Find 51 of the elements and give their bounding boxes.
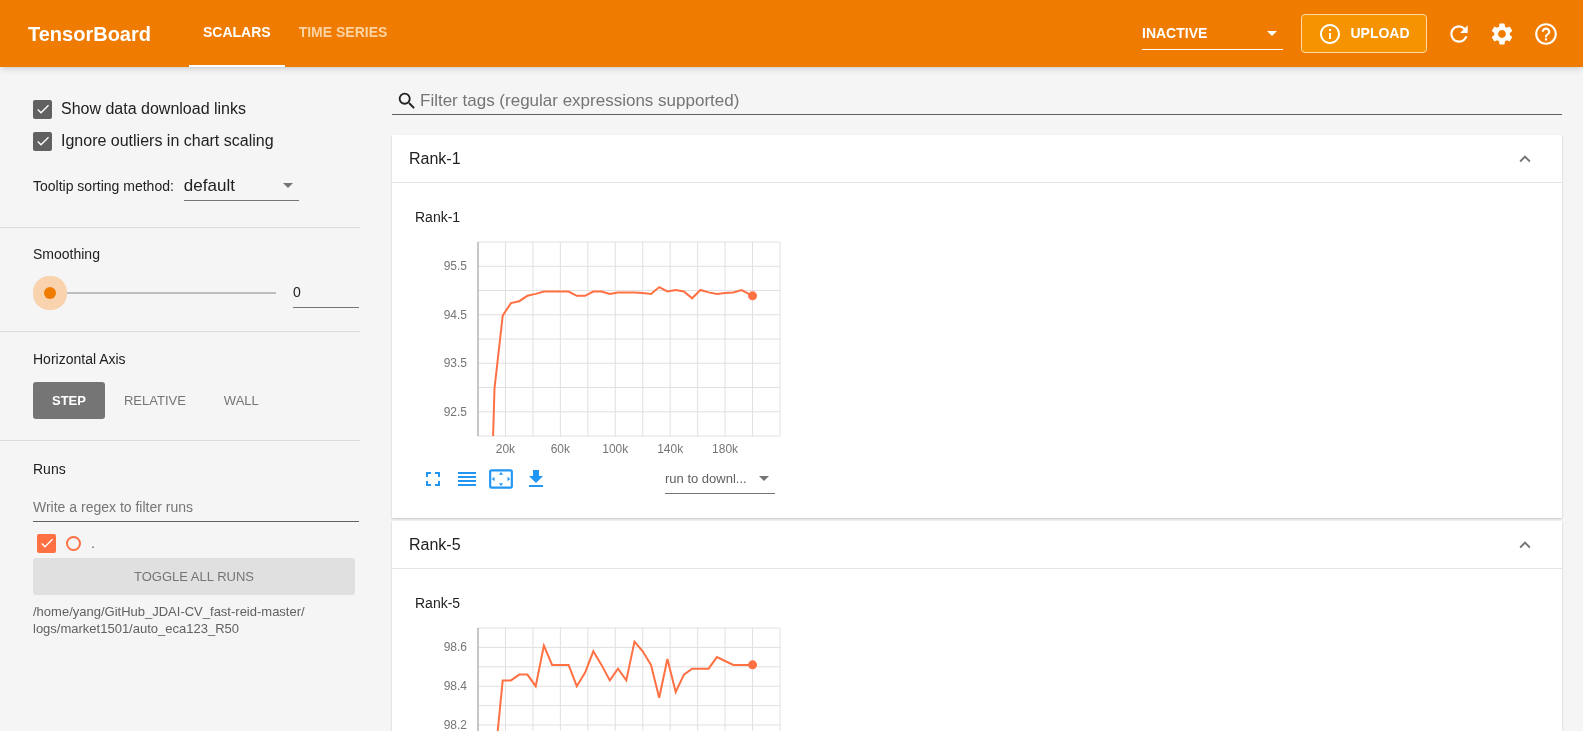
x-tick-label: 20k bbox=[495, 442, 516, 456]
toggle-all-runs-button[interactable]: TOGGLE ALL RUNS bbox=[33, 558, 355, 595]
caret-icon bbox=[282, 183, 293, 188]
nav-tab[interactable]: SCALARS bbox=[189, 0, 285, 67]
chart-title: Rank-5 bbox=[415, 594, 462, 613]
x-tick-label: 60k bbox=[550, 442, 571, 456]
card-title: Rank-1 bbox=[409, 148, 461, 169]
axis-toggle[interactable]: WALL bbox=[204, 382, 278, 419]
logdir-path: logs/market1501/auto_eca123_R50 bbox=[33, 620, 240, 637]
app-title: TensorBoard bbox=[28, 21, 151, 47]
help-icon[interactable] bbox=[1533, 20, 1559, 47]
caret-icon bbox=[759, 476, 769, 481]
runs-label: Runs bbox=[33, 460, 67, 479]
axis-toggle[interactable]: STEP bbox=[33, 382, 105, 419]
chart-title: Rank-1 bbox=[415, 208, 462, 227]
run-download-select[interactable]: run to downl... bbox=[665, 464, 775, 494]
smoothing-label: Smoothing bbox=[33, 245, 101, 264]
horizontal-axis-label: Horizontal Axis bbox=[33, 350, 127, 369]
x-tick-label: 140k bbox=[657, 442, 684, 456]
last-point-marker bbox=[748, 291, 758, 301]
run-status-select[interactable]: INACTIVE bbox=[1142, 17, 1283, 50]
checkbox-label: Ignore outliers in chart scaling bbox=[61, 131, 274, 151]
fit-domain-icon[interactable] bbox=[488, 466, 514, 492]
y-tick-label: 98.6 bbox=[443, 640, 467, 655]
sorting-method-select[interactable]: default bbox=[183, 171, 299, 201]
caret-icon bbox=[1267, 30, 1277, 36]
card-header[interactable]: Rank-5 bbox=[392, 521, 1562, 569]
run-name: . bbox=[91, 533, 95, 553]
card-title: Rank-5 bbox=[409, 534, 461, 555]
x-tick-label: 100k bbox=[602, 442, 629, 456]
logdir-path: /home/yang/GitHub_JDAI-CV_fast-reid-master/ bbox=[33, 603, 306, 620]
card-header[interactable]: Rank-1 bbox=[392, 135, 1562, 183]
y-tick-label: 93.5 bbox=[443, 356, 467, 371]
checkbox[interactable] bbox=[33, 99, 52, 119]
run-checkbox[interactable] bbox=[37, 533, 56, 553]
y-tick-label: 92.5 bbox=[443, 404, 467, 419]
smoothing-input[interactable]: 0 bbox=[293, 278, 359, 308]
tag-filter-field[interactable]: Filter tags (regular expressions supported) bbox=[420, 87, 1562, 114]
x-tick-label: 180k bbox=[712, 442, 739, 456]
y-tick-label: 98.2 bbox=[443, 718, 467, 731]
y-tick-label: 94.5 bbox=[443, 307, 467, 322]
axis-toggle[interactable]: RELATIVE bbox=[104, 382, 205, 419]
last-point-marker bbox=[748, 660, 758, 670]
run-filter-field[interactable]: Write a regex to filter runs bbox=[33, 492, 359, 522]
checkbox-label: Show data download links bbox=[61, 99, 246, 119]
y-tick-label: 98.4 bbox=[443, 679, 467, 694]
info-icon bbox=[1318, 21, 1343, 46]
upload-button[interactable]: UPLOAD bbox=[1301, 14, 1427, 53]
checkbox[interactable] bbox=[33, 131, 52, 151]
tooltip-sorting-label: Tooltip sorting method: bbox=[33, 176, 174, 196]
y-tick-label: 95.5 bbox=[443, 259, 467, 274]
